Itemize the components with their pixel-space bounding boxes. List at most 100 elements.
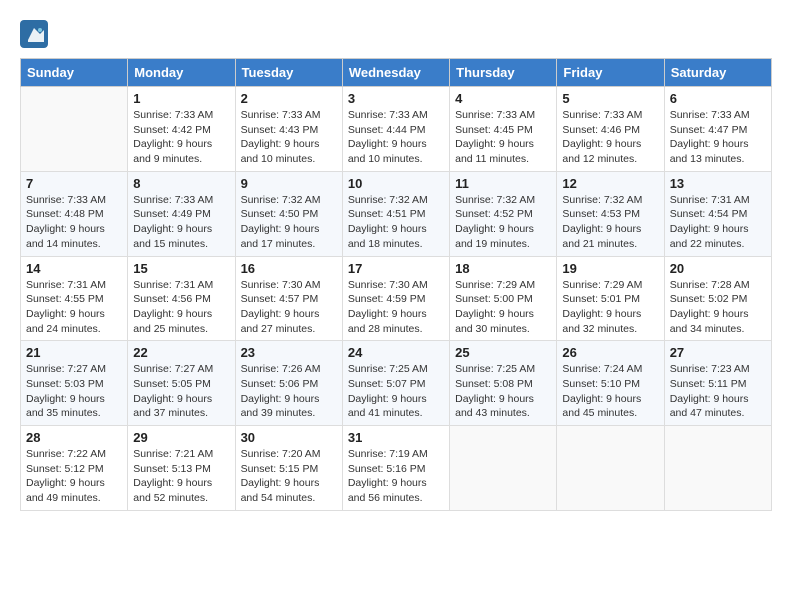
day-number: 5 (562, 91, 658, 106)
day-info: Sunrise: 7:24 AM Sunset: 5:10 PM Dayligh… (562, 362, 658, 421)
column-header-tuesday: Tuesday (235, 59, 342, 87)
logo (20, 20, 52, 48)
day-number: 21 (26, 345, 122, 360)
day-number: 6 (670, 91, 766, 106)
day-number: 31 (348, 430, 444, 445)
calendar-cell: 4 Sunrise: 7:33 AM Sunset: 4:45 PM Daylig… (450, 87, 557, 172)
calendar-cell: 24 Sunrise: 7:25 AM Sunset: 5:07 PM Dayli… (342, 341, 449, 426)
page-header (20, 20, 772, 48)
calendar-cell: 14 Sunrise: 7:31 AM Sunset: 4:55 PM Dayli… (21, 256, 128, 341)
calendar-cell: 11 Sunrise: 7:32 AM Sunset: 4:52 PM Dayli… (450, 171, 557, 256)
calendar-cell: 30 Sunrise: 7:20 AM Sunset: 5:15 PM Dayli… (235, 426, 342, 511)
day-info: Sunrise: 7:33 AM Sunset: 4:47 PM Dayligh… (670, 108, 766, 167)
day-number: 26 (562, 345, 658, 360)
day-number: 22 (133, 345, 229, 360)
day-number: 2 (241, 91, 337, 106)
calendar-cell: 5 Sunrise: 7:33 AM Sunset: 4:46 PM Daylig… (557, 87, 664, 172)
day-info: Sunrise: 7:31 AM Sunset: 4:54 PM Dayligh… (670, 193, 766, 252)
day-info: Sunrise: 7:33 AM Sunset: 4:48 PM Dayligh… (26, 193, 122, 252)
day-info: Sunrise: 7:29 AM Sunset: 5:00 PM Dayligh… (455, 278, 551, 337)
calendar-cell: 6 Sunrise: 7:33 AM Sunset: 4:47 PM Daylig… (664, 87, 771, 172)
day-number: 13 (670, 176, 766, 191)
day-info: Sunrise: 7:21 AM Sunset: 5:13 PM Dayligh… (133, 447, 229, 506)
calendar-cell: 23 Sunrise: 7:26 AM Sunset: 5:06 PM Dayli… (235, 341, 342, 426)
calendar-cell (557, 426, 664, 511)
day-info: Sunrise: 7:33 AM Sunset: 4:49 PM Dayligh… (133, 193, 229, 252)
day-info: Sunrise: 7:33 AM Sunset: 4:44 PM Dayligh… (348, 108, 444, 167)
day-number: 30 (241, 430, 337, 445)
calendar-cell (450, 426, 557, 511)
day-info: Sunrise: 7:32 AM Sunset: 4:53 PM Dayligh… (562, 193, 658, 252)
day-number: 20 (670, 261, 766, 276)
column-header-saturday: Saturday (664, 59, 771, 87)
calendar-week-row: 1Sunrise: 7:33 AM Sunset: 4:42 PM Daylig… (21, 87, 772, 172)
calendar-cell: 1Sunrise: 7:33 AM Sunset: 4:42 PM Daylig… (128, 87, 235, 172)
calendar-cell: 16 Sunrise: 7:30 AM Sunset: 4:57 PM Dayli… (235, 256, 342, 341)
calendar-cell: 21Sunrise: 7:27 AM Sunset: 5:03 PM Dayli… (21, 341, 128, 426)
calendar-week-row: 21Sunrise: 7:27 AM Sunset: 5:03 PM Dayli… (21, 341, 772, 426)
day-number: 28 (26, 430, 122, 445)
day-number: 24 (348, 345, 444, 360)
day-number: 1 (133, 91, 229, 106)
calendar-cell: 3 Sunrise: 7:33 AM Sunset: 4:44 PM Daylig… (342, 87, 449, 172)
calendar-cell: 18 Sunrise: 7:29 AM Sunset: 5:00 PM Dayli… (450, 256, 557, 341)
column-header-thursday: Thursday (450, 59, 557, 87)
day-number: 27 (670, 345, 766, 360)
calendar-cell: 2 Sunrise: 7:33 AM Sunset: 4:43 PM Daylig… (235, 87, 342, 172)
day-number: 16 (241, 261, 337, 276)
calendar-cell: 29Sunrise: 7:21 AM Sunset: 5:13 PM Dayli… (128, 426, 235, 511)
calendar-cell: 22 Sunrise: 7:27 AM Sunset: 5:05 PM Dayli… (128, 341, 235, 426)
day-number: 9 (241, 176, 337, 191)
day-info: Sunrise: 7:20 AM Sunset: 5:15 PM Dayligh… (241, 447, 337, 506)
column-header-sunday: Sunday (21, 59, 128, 87)
day-info: Sunrise: 7:23 AM Sunset: 5:11 PM Dayligh… (670, 362, 766, 421)
day-info: Sunrise: 7:31 AM Sunset: 4:55 PM Dayligh… (26, 278, 122, 337)
day-number: 8 (133, 176, 229, 191)
day-info: Sunrise: 7:33 AM Sunset: 4:45 PM Dayligh… (455, 108, 551, 167)
day-info: Sunrise: 7:25 AM Sunset: 5:08 PM Dayligh… (455, 362, 551, 421)
calendar-cell: 27 Sunrise: 7:23 AM Sunset: 5:11 PM Dayli… (664, 341, 771, 426)
day-number: 4 (455, 91, 551, 106)
calendar-cell (664, 426, 771, 511)
column-header-wednesday: Wednesday (342, 59, 449, 87)
calendar-cell: 25 Sunrise: 7:25 AM Sunset: 5:08 PM Dayli… (450, 341, 557, 426)
day-number: 17 (348, 261, 444, 276)
day-number: 7 (26, 176, 122, 191)
logo-icon (20, 20, 48, 48)
day-number: 23 (241, 345, 337, 360)
day-info: Sunrise: 7:32 AM Sunset: 4:52 PM Dayligh… (455, 193, 551, 252)
calendar-cell: 28Sunrise: 7:22 AM Sunset: 5:12 PM Dayli… (21, 426, 128, 511)
calendar-week-row: 7 Sunrise: 7:33 AM Sunset: 4:48 PM Daylig… (21, 171, 772, 256)
calendar-cell: 10 Sunrise: 7:32 AM Sunset: 4:51 PM Dayli… (342, 171, 449, 256)
day-number: 10 (348, 176, 444, 191)
day-number: 19 (562, 261, 658, 276)
day-info: Sunrise: 7:32 AM Sunset: 4:50 PM Dayligh… (241, 193, 337, 252)
calendar-week-row: 14 Sunrise: 7:31 AM Sunset: 4:55 PM Dayli… (21, 256, 772, 341)
day-info: Sunrise: 7:30 AM Sunset: 4:57 PM Dayligh… (241, 278, 337, 337)
calendar-cell: 20Sunrise: 7:28 AM Sunset: 5:02 PM Dayli… (664, 256, 771, 341)
calendar-cell: 7 Sunrise: 7:33 AM Sunset: 4:48 PM Daylig… (21, 171, 128, 256)
day-number: 12 (562, 176, 658, 191)
day-info: Sunrise: 7:25 AM Sunset: 5:07 PM Dayligh… (348, 362, 444, 421)
calendar-cell: 19 Sunrise: 7:29 AM Sunset: 5:01 PM Dayli… (557, 256, 664, 341)
day-info: Sunrise: 7:30 AM Sunset: 4:59 PM Dayligh… (348, 278, 444, 337)
day-info: Sunrise: 7:32 AM Sunset: 4:51 PM Dayligh… (348, 193, 444, 252)
day-number: 25 (455, 345, 551, 360)
day-info: Sunrise: 7:33 AM Sunset: 4:46 PM Dayligh… (562, 108, 658, 167)
day-number: 14 (26, 261, 122, 276)
calendar-cell: 9 Sunrise: 7:32 AM Sunset: 4:50 PM Daylig… (235, 171, 342, 256)
day-info: Sunrise: 7:33 AM Sunset: 4:43 PM Dayligh… (241, 108, 337, 167)
column-header-friday: Friday (557, 59, 664, 87)
day-info: Sunrise: 7:27 AM Sunset: 5:05 PM Dayligh… (133, 362, 229, 421)
day-info: Sunrise: 7:31 AM Sunset: 4:56 PM Dayligh… (133, 278, 229, 337)
day-number: 3 (348, 91, 444, 106)
calendar-table: SundayMondayTuesdayWednesdayThursdayFrid… (20, 58, 772, 511)
day-info: Sunrise: 7:26 AM Sunset: 5:06 PM Dayligh… (241, 362, 337, 421)
calendar-header-row: SundayMondayTuesdayWednesdayThursdayFrid… (21, 59, 772, 87)
day-number: 11 (455, 176, 551, 191)
day-info: Sunrise: 7:29 AM Sunset: 5:01 PM Dayligh… (562, 278, 658, 337)
calendar-week-row: 28Sunrise: 7:22 AM Sunset: 5:12 PM Dayli… (21, 426, 772, 511)
day-number: 18 (455, 261, 551, 276)
calendar-cell: 31Sunrise: 7:19 AM Sunset: 5:16 PM Dayli… (342, 426, 449, 511)
calendar-cell: 15Sunrise: 7:31 AM Sunset: 4:56 PM Dayli… (128, 256, 235, 341)
